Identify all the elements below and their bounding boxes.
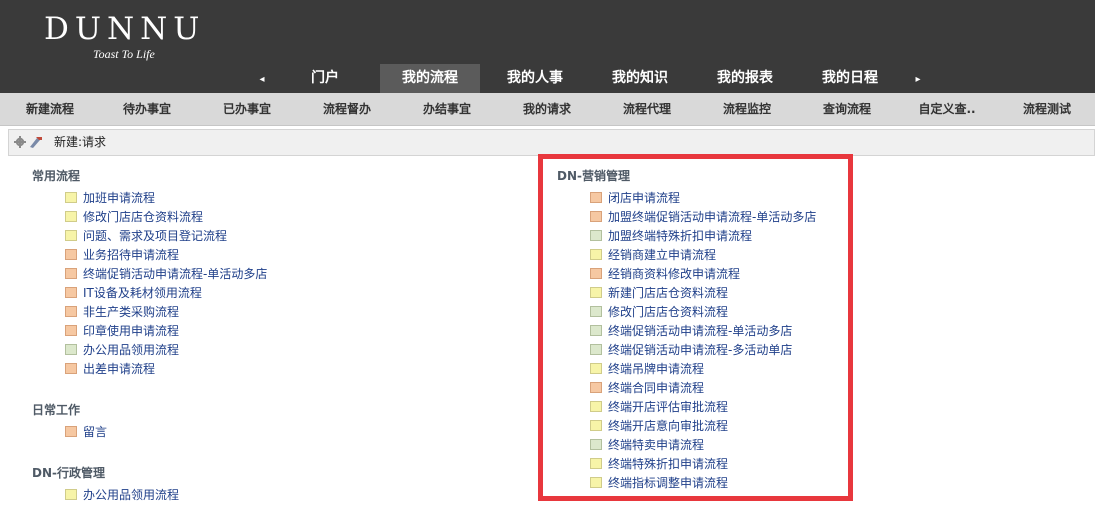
logo-name: DUNNU (44, 11, 206, 47)
workflow-link[interactable]: 业务招待申请流程 (83, 248, 179, 262)
left-column: 常用流程 加班申请流程修改门店店仓资料流程问题、需求及项目登记流程 业务招待申请流… (32, 167, 482, 505)
workflow-link[interactable]: 终端促销活动申请流程-单活动多店 (83, 267, 267, 281)
sub-navigation: 新建流程 待办事宜 已办事宜 流程督办 办结事宜 我的请求 流程代理 流程监控 … (0, 93, 1095, 126)
tab-my-hr[interactable]: 我的人事 (485, 64, 585, 93)
list-item: 问题、需求及项目登记流程 (65, 227, 482, 246)
workflow-color-icon (65, 268, 77, 279)
workflow-link[interactable]: 修改门店店仓资料流程 (83, 210, 203, 224)
top-header: DUNNU Toast To Life ◂ 门户 我的流程 我的人事 我的知识 … (0, 0, 1095, 93)
breadcrumb-text: 新建:请求 (54, 135, 107, 149)
workflow-link[interactable]: IT设备及耗材领用流程 (83, 286, 202, 300)
workflow-link[interactable]: 办公用品领用流程 (83, 343, 179, 357)
subtab-monitor[interactable]: 流程监控 (697, 93, 797, 126)
settings-tools-icon (14, 136, 42, 148)
workflow-color-icon (65, 287, 77, 298)
workflow-link[interactable]: 非生产类采购流程 (83, 305, 179, 319)
subtab-my-requests[interactable]: 我的请求 (497, 93, 597, 126)
subtab-new-workflow[interactable]: 新建流程 (0, 93, 100, 126)
workflow-link[interactable]: 办公用品领用流程 (83, 488, 179, 502)
list-item: 印章使用申请流程 (65, 322, 482, 341)
list-item: 加班申请流程 (65, 189, 482, 208)
nav-right-arrow-icon[interactable]: ▸ (903, 66, 933, 93)
list-item: 办公用品领用流程 (65, 341, 482, 360)
subtab-custom-query[interactable]: 自定义查.. (897, 93, 997, 126)
subtab-test[interactable]: 流程测试 (997, 93, 1095, 126)
group-title-common: 常用流程 (32, 169, 81, 183)
workflow-color-icon (65, 344, 77, 355)
workflow-link[interactable]: 印章使用申请流程 (83, 324, 179, 338)
workflow-color-icon (65, 249, 77, 260)
subtab-todo[interactable]: 待办事宜 (97, 93, 197, 126)
workflow-color-icon (65, 306, 77, 317)
tab-my-workflow[interactable]: 我的流程 (380, 64, 480, 93)
workflow-color-icon (65, 363, 77, 374)
subtab-supervise[interactable]: 流程督办 (297, 93, 397, 126)
list-item: 办公用品领用流程 (65, 486, 482, 505)
group-title-admin: DN-行政管理 (32, 466, 105, 480)
group-list-common: 加班申请流程修改门店店仓资料流程问题、需求及项目登记流程 业务招待申请流程终端促销… (32, 189, 482, 379)
workflow-link[interactable]: 加班申请流程 (83, 191, 155, 205)
group-list-admin: 办公用品领用流程 (32, 486, 482, 505)
tab-portal[interactable]: 门户 (275, 64, 375, 93)
list-item: 留言 (65, 423, 482, 442)
workflow-color-icon (65, 489, 77, 500)
group-list-daily: 留言 (32, 423, 482, 442)
workflow-link[interactable]: 问题、需求及项目登记流程 (83, 229, 227, 243)
list-item: 终端促销活动申请流程-单活动多店 (65, 265, 482, 284)
workflow-color-icon (65, 426, 77, 437)
list-item: IT设备及耗材领用流程 (65, 284, 482, 303)
tab-my-knowledge[interactable]: 我的知识 (590, 64, 690, 93)
tab-my-schedule[interactable]: 我的日程 (800, 64, 900, 93)
logo: DUNNU Toast To Life (44, 12, 205, 62)
subtab-completed[interactable]: 办结事宜 (397, 93, 497, 126)
list-item: 出差申请流程 (65, 360, 482, 379)
workflow-color-icon (65, 325, 77, 336)
highlight-box (538, 154, 853, 501)
logo-tagline: Toast To Life (93, 47, 155, 61)
nav-left-arrow-icon[interactable]: ◂ (247, 66, 277, 93)
workflow-link[interactable]: 留言 (83, 425, 107, 439)
subtab-agent[interactable]: 流程代理 (597, 93, 697, 126)
workflow-color-icon (65, 211, 77, 222)
list-item: 业务招待申请流程 (65, 246, 482, 265)
list-item: 非生产类采购流程 (65, 303, 482, 322)
subtab-query[interactable]: 查询流程 (797, 93, 897, 126)
subtab-done[interactable]: 已办事宜 (197, 93, 297, 126)
breadcrumb: 新建:请求 (8, 129, 1095, 156)
workflow-color-icon (65, 230, 77, 241)
workflow-color-icon (65, 192, 77, 203)
list-item: 修改门店店仓资料流程 (65, 208, 482, 227)
workflow-link[interactable]: 出差申请流程 (83, 362, 155, 376)
group-title-daily: 日常工作 (32, 403, 81, 417)
tab-my-reports[interactable]: 我的报表 (695, 64, 795, 93)
